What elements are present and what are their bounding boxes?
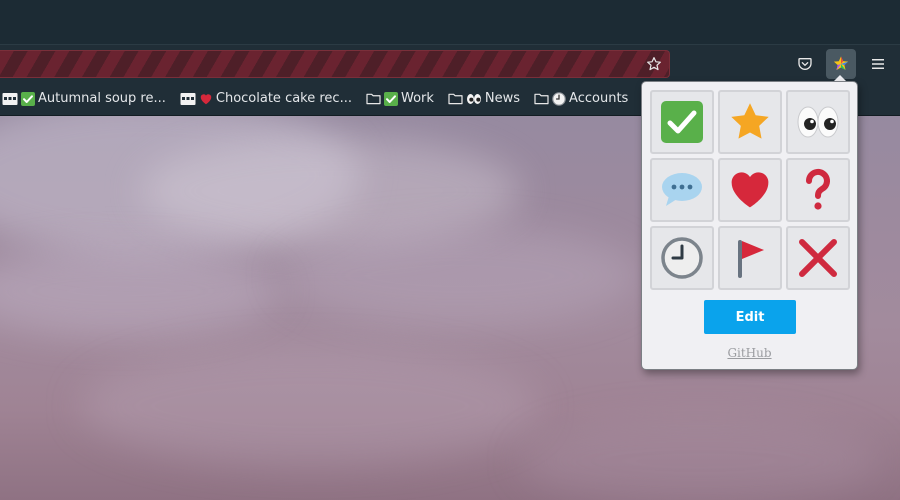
emoji-cell-red-heart[interactable]: [718, 158, 782, 222]
check-mark-icon: [21, 91, 35, 106]
pocket-icon[interactable]: [790, 49, 820, 79]
folder-icon: [448, 93, 463, 105]
red-flag-icon: [738, 240, 764, 278]
clock-icon: [661, 237, 703, 279]
emoji-cell-question-mark[interactable]: [786, 158, 850, 222]
bookmark-folder[interactable]: Accounts: [534, 91, 628, 106]
note-icon: [180, 92, 196, 105]
red-heart-icon: [731, 172, 769, 208]
cross-mark-icon: [799, 239, 837, 277]
speech-bubble-icon: [662, 173, 702, 206]
star-outline-icon[interactable]: [645, 55, 663, 73]
window-titlebar: [0, 0, 900, 44]
folder-icon: [534, 93, 549, 105]
question-mark-icon: [805, 168, 830, 210]
edit-button[interactable]: Edit: [704, 300, 796, 334]
emoji-cell-eyes[interactable]: [786, 90, 850, 154]
star-icon: [731, 103, 769, 139]
emoji-cell-clock[interactable]: [650, 226, 714, 290]
bookmark-item[interactable]: Autumnal soup re...: [2, 91, 166, 106]
emoji-cell-speech-bubble[interactable]: [650, 158, 714, 222]
emoji-cell-red-flag[interactable]: [718, 226, 782, 290]
clock-icon: [552, 91, 566, 106]
bookmark-label: Chocolate cake rec...: [215, 91, 352, 106]
bookmark-item[interactable]: Chocolate cake rec...: [180, 91, 352, 106]
bookmark-label: Work: [400, 91, 434, 106]
bookmark-folder[interactable]: News: [448, 91, 520, 106]
emoji-grid: [650, 90, 850, 290]
github-link[interactable]: GitHub: [642, 346, 857, 360]
emoji-cell-star[interactable]: [718, 90, 782, 154]
bookmark-label: News: [484, 91, 521, 106]
emoji-cell-cross-mark[interactable]: [786, 226, 850, 290]
check-mark-icon: [661, 101, 703, 143]
bookmark-label: Accounts: [569, 91, 629, 106]
navigation-toolbar: [0, 44, 900, 82]
check-mark-icon: [383, 91, 398, 106]
eyes-icon: [797, 106, 839, 138]
emoji-cell-check-mark[interactable]: [650, 90, 714, 154]
hamburger-menu-icon[interactable]: [863, 49, 893, 79]
bookmark-label: Autumnal soup re...: [38, 91, 166, 106]
red-heart-icon: [200, 93, 212, 104]
eyes-icon: [466, 93, 481, 104]
bookmark-folder[interactable]: Work: [366, 91, 434, 106]
note-icon: [2, 92, 18, 105]
emoji-bookmark-popup: Edit GitHub: [641, 81, 858, 370]
url-bar[interactable]: [0, 50, 670, 78]
folder-icon: [366, 93, 381, 105]
